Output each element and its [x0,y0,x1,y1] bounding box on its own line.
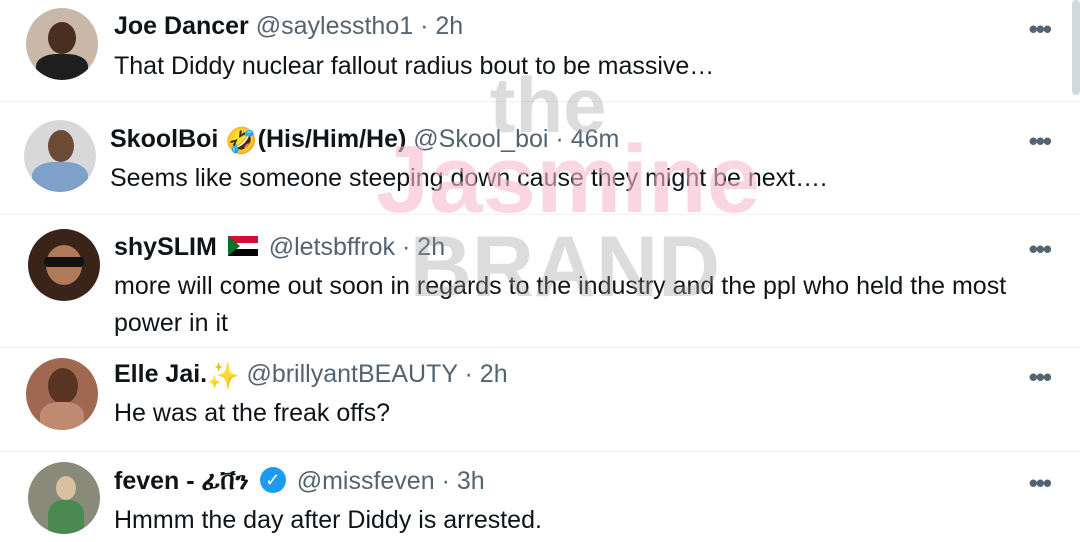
user-name[interactable]: feven - ፊቨን [114,467,249,495]
avatar[interactable] [28,462,100,534]
tweet-text: Seems like someone steeping down cause t… [110,164,828,192]
more-options-icon[interactable]: ••• [1029,126,1052,157]
user-handle[interactable]: @missfeven [297,467,435,495]
sparkles-emoji-icon: ✨ [207,360,240,391]
separator-dot: · [555,125,564,153]
tweet-header: feven - ፊቨን ✓ @missfeven · 3h [114,466,485,497]
verified-badge-icon: ✓ [259,467,286,494]
separator-dot: · [464,360,473,388]
timestamp[interactable]: 2h [480,360,508,388]
tweet-item[interactable]: Joe Dancer @saylesstho1 · 2h That Diddy … [0,0,1080,108]
avatar[interactable] [26,358,98,430]
laughing-emoji-icon: 🤣 [225,125,258,156]
tweet-item[interactable]: SkoolBoi 🤣(His/Him/He) @Skool_boi · 46m … [0,102,1080,214]
timestamp[interactable]: 46m [571,125,620,153]
separator-dot: · [420,12,429,40]
timestamp[interactable]: 2h [417,233,445,261]
user-name[interactable]: shySLIM [114,233,217,261]
more-options-icon[interactable]: ••• [1029,234,1052,265]
tweet-item[interactable]: Elle Jai.✨ @brillyantBEAUTY · 2h He was … [0,348,1080,451]
separator-dot: · [441,467,450,495]
separator-dot: · [402,233,411,261]
tweet-text: more will come out soon in regards to th… [114,272,1007,337]
user-name[interactable]: Elle Jai. [114,360,207,388]
tweet-item[interactable]: feven - ፊቨን ✓ @missfeven · 3h Hmmm the d… [0,452,1080,542]
tweet-header: SkoolBoi 🤣(His/Him/He) @Skool_boi · 46m [110,124,619,155]
user-pronouns: (His/Him/He) [257,125,407,153]
user-handle[interactable]: @saylesstho1 [256,12,413,40]
tweet-text: He was at the freak offs? [114,399,391,427]
timestamp[interactable]: 3h [457,467,485,495]
user-name[interactable]: Joe Dancer [114,12,249,40]
tweet-text: Hmmm the day after Diddy is arrested. [114,506,542,534]
sudan-flag-icon [227,236,258,257]
user-name[interactable]: SkoolBoi [110,125,218,153]
avatar[interactable] [24,120,96,192]
avatar[interactable] [28,229,100,301]
tweet-item[interactable]: shySLIM @letsbffrok · 2h more will come … [0,215,1080,348]
avatar[interactable] [26,8,98,80]
tweet-header: shySLIM @letsbffrok · 2h [114,232,445,262]
more-options-icon[interactable]: ••• [1029,468,1052,499]
user-handle[interactable]: @brillyantBEAUTY [246,360,457,388]
user-handle[interactable]: @letsbffrok [269,233,395,261]
tweet-header: Elle Jai.✨ @brillyantBEAUTY · 2h [114,359,508,390]
more-options-icon[interactable]: ••• [1029,14,1052,45]
user-handle[interactable]: @Skool_boi [413,125,548,153]
tweet-header: Joe Dancer @saylesstho1 · 2h [114,11,463,41]
timestamp[interactable]: 2h [435,12,463,40]
tweet-text: That Diddy nuclear fallout radius bout t… [114,52,715,80]
more-options-icon[interactable]: ••• [1029,362,1052,393]
